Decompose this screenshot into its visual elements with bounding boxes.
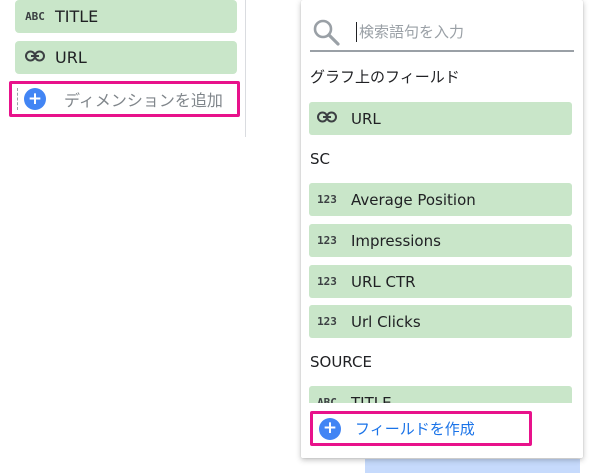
search-input[interactable] [356,22,556,42]
field-item-url-ctr[interactable]: 123 URL CTR [309,265,572,298]
section-title-chart-fields: グラフ上のフィールド [310,68,460,86]
plus-icon: + [24,88,46,110]
number-icon: 123 [317,275,337,288]
dimension-chip-url[interactable]: URL [15,41,237,74]
abc-text-icon: ABC [25,10,45,23]
number-icon: 123 [317,234,337,247]
plus-icon: + [319,417,341,440]
dimension-label: TITLE [55,7,99,26]
field-label: Average Position [351,190,476,209]
section-title-sc: SC [310,150,330,168]
field-label: URL [351,109,381,128]
section-title-source: SOURCE [310,353,372,371]
dimension-panel: ABC TITLE URL + ディメンションを追加 [0,0,246,137]
search-icon [312,18,340,46]
dimension-chip-title[interactable]: ABC TITLE [15,0,237,33]
dimension-label: URL [55,48,87,67]
search-bar [310,14,574,52]
create-field-label: フィールドを作成 [355,420,475,438]
add-dimension-label: ディメンションを追加 [64,91,223,110]
drop-zone-divider [17,88,18,110]
field-item-impressions[interactable]: 123 Impressions [309,224,572,257]
field-picker-dropdown: グラフ上のフィールド URL SC 123 Average Position 1… [301,0,583,458]
add-dimension-button[interactable]: + ディメンションを追加 [9,81,240,117]
dropdown-footer: + フィールドを作成 [301,403,583,458]
field-label: Impressions [351,231,441,250]
create-field-button[interactable]: + フィールドを作成 [310,411,532,446]
link-icon [15,50,55,65]
number-icon: 123 [317,315,337,328]
field-item-url[interactable]: URL [309,102,572,135]
field-label: URL CTR [351,272,416,291]
field-item-average-position[interactable]: 123 Average Position [309,183,572,216]
field-label: Url Clicks [351,312,421,331]
underlying-chip [365,459,580,473]
field-item-url-clicks[interactable]: 123 Url Clicks [309,305,572,338]
number-icon: 123 [317,193,337,206]
link-icon [309,111,345,126]
